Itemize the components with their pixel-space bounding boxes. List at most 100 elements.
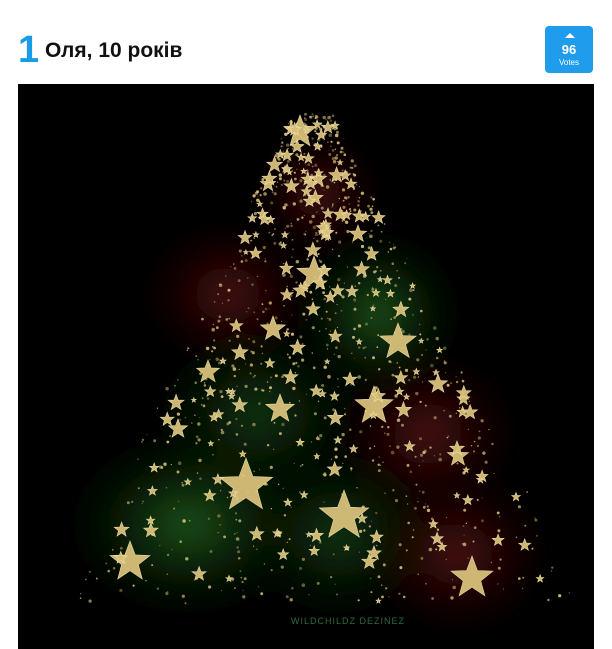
sparkle-dot (497, 529, 501, 533)
sparkle-dot (377, 334, 380, 337)
sparkle-dot (371, 286, 373, 288)
sparkle-dot (242, 589, 244, 591)
sparkle-dot (240, 424, 244, 427)
sparkle-dot (225, 275, 227, 277)
sparkle-dot (419, 400, 422, 404)
sparkle-dot (456, 462, 459, 465)
sparkle-dot (416, 358, 420, 362)
sparkle-dot (353, 164, 357, 168)
sparkle-dot (273, 241, 277, 245)
sparkle-dot (208, 585, 212, 589)
sparkle-dot (326, 348, 329, 350)
sparkle-dot (360, 244, 365, 249)
sparkle-dot (363, 529, 366, 532)
sparkle-dot (315, 211, 318, 213)
sparkle-dot (261, 352, 263, 354)
sparkle-dot (260, 362, 263, 365)
sparkle-dot (380, 231, 383, 233)
sparkle-dot (220, 428, 223, 432)
sparkle-dot (328, 115, 332, 119)
sparkle-dot (497, 583, 499, 585)
sparkle-dot (322, 473, 325, 476)
sparkle-dot (218, 439, 220, 441)
sparkle-dot (280, 565, 284, 569)
sparkle-dot (462, 542, 467, 547)
sparkle-dot (446, 383, 450, 387)
sparkle-dot (237, 557, 241, 560)
sparkle-dot (145, 580, 147, 582)
sparkle-dot (209, 359, 211, 361)
sparkle-dot (221, 302, 224, 304)
sparkle-dot (357, 599, 360, 602)
sparkle-dot (317, 253, 320, 255)
sparkle-dot (247, 307, 250, 310)
sparkle-dot (443, 409, 445, 412)
sparkle-dot (288, 538, 291, 541)
sparkle-dot (270, 201, 274, 205)
sparkle-dot (220, 589, 223, 592)
sparkle-dot (484, 460, 488, 464)
sparkle-dot (181, 481, 183, 484)
sparkle-dot (354, 285, 356, 287)
sparkle-dot (349, 210, 352, 212)
sparkle-dot (424, 404, 427, 407)
sparkle-dot (370, 520, 372, 522)
sparkle-dot (285, 595, 289, 599)
sparkle-dot (264, 260, 267, 263)
sparkle-dot (163, 462, 167, 466)
sparkle-dot (238, 368, 240, 371)
sparkle-dot (376, 544, 378, 547)
sparkle-dot (276, 181, 279, 183)
sparkle-dot (197, 359, 199, 361)
sparkle-dot (329, 119, 332, 122)
sparkle-dot (365, 322, 368, 326)
sparkle-dot (385, 299, 387, 301)
sparkle-dot (340, 309, 343, 312)
sparkle-dot (283, 207, 286, 210)
sparkle-dot (448, 414, 452, 418)
sparkle-dot (295, 153, 299, 157)
sparkle-dot (425, 582, 427, 585)
sparkle-dot (422, 505, 426, 509)
sparkle-dot (290, 224, 293, 228)
sparkle-dot (185, 557, 189, 561)
entry-image[interactable]: WILDCHILDZ DEZINEZ (18, 84, 594, 649)
sparkle-dot (245, 363, 247, 365)
sparkle-dot (360, 191, 365, 195)
sparkle-dot (243, 442, 247, 446)
sparkle-dot (382, 563, 386, 567)
sparkle-dot (288, 231, 290, 234)
sparkle-dot (477, 445, 479, 447)
sparkle-dot (337, 354, 341, 359)
sparkle-dot (404, 262, 407, 265)
vote-button[interactable]: 96 Votes (545, 26, 593, 73)
vote-label: Votes (558, 58, 579, 67)
sparkle-dot (236, 532, 238, 534)
sparkle-dot (256, 198, 260, 202)
entry-rank: 1 (18, 29, 40, 71)
sparkle-dot (294, 372, 297, 374)
sparkle-dot (338, 197, 341, 200)
sparkle-dot (350, 467, 353, 470)
sparkle-dot (329, 330, 331, 332)
sparkle-dot (312, 366, 316, 370)
sparkle-dot (534, 518, 538, 522)
sparkle-dot (367, 204, 370, 208)
sparkle-dot (323, 189, 325, 191)
sparkle-dot (402, 595, 406, 599)
sparkle-dot (199, 477, 202, 481)
sparkle-dot (343, 407, 346, 410)
sparkle-dot (372, 356, 375, 360)
sparkle-dot (488, 428, 490, 431)
sparkle-dot (417, 376, 420, 378)
sparkle-dot (271, 191, 274, 194)
sparkle-dot (316, 239, 319, 243)
sparkle-dot (521, 587, 524, 590)
sparkle-dot (299, 199, 303, 203)
sparkle-dot (275, 185, 278, 188)
sparkle-dot (412, 529, 415, 531)
sparkle-dot (491, 442, 494, 446)
sparkle-dot (166, 440, 170, 444)
sparkle-dot (274, 316, 278, 320)
sparkle-dot (481, 497, 483, 499)
